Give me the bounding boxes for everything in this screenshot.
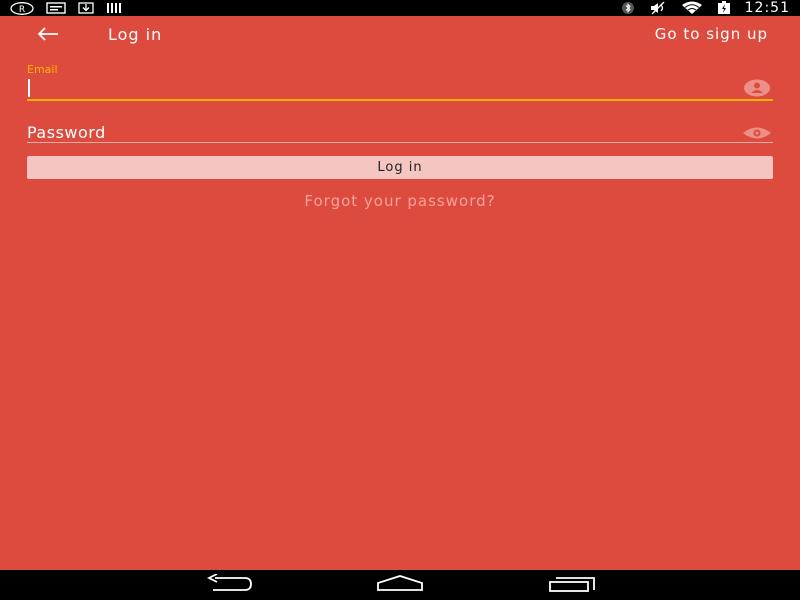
- status-bar-left: R: [10, 0, 122, 16]
- eye-icon[interactable]: [741, 125, 773, 139]
- text-cursor: [28, 79, 30, 97]
- email-underline: [27, 99, 773, 101]
- status-time: 12:51: [744, 0, 790, 16]
- password-field[interactable]: [27, 121, 727, 143]
- nav-back-icon: [205, 573, 253, 596]
- nav-recents-icon: [548, 574, 596, 596]
- battery-charging-icon: [717, 0, 731, 16]
- nav-home-button[interactable]: [376, 574, 424, 596]
- bluetooth-icon: [621, 0, 635, 16]
- forgot-password-link[interactable]: Forgot your password?: [0, 192, 800, 210]
- login-button[interactable]: Log in: [27, 156, 773, 179]
- back-button[interactable]: [30, 22, 66, 50]
- message-icon: [46, 0, 66, 16]
- nav-back-button[interactable]: [205, 573, 253, 596]
- barcode-icon: [106, 0, 122, 16]
- system-nav-bar: [0, 570, 800, 600]
- registered-icon: R: [10, 0, 34, 16]
- page-title: Log in: [108, 25, 163, 44]
- wifi-icon: [681, 0, 703, 16]
- go-to-signup-link[interactable]: Go to sign up: [655, 25, 768, 43]
- person-icon: [743, 79, 771, 97]
- arrow-left-icon: [37, 26, 59, 46]
- status-bar: R 12:51: [0, 0, 800, 16]
- email-field[interactable]: [27, 78, 771, 98]
- nav-recents-button[interactable]: [548, 574, 596, 596]
- nav-home-icon: [376, 574, 424, 596]
- status-bar-right: 12:51: [621, 0, 790, 16]
- svg-text:R: R: [19, 5, 25, 15]
- password-underline: [27, 142, 773, 143]
- app-toolbar: Log in Go to sign up: [0, 16, 800, 56]
- vibrate-mute-icon: [649, 0, 667, 16]
- download-icon: [78, 0, 94, 16]
- email-label: Email: [27, 63, 58, 76]
- login-screen: Log in Go to sign up Email Log in Forgot…: [0, 16, 800, 570]
